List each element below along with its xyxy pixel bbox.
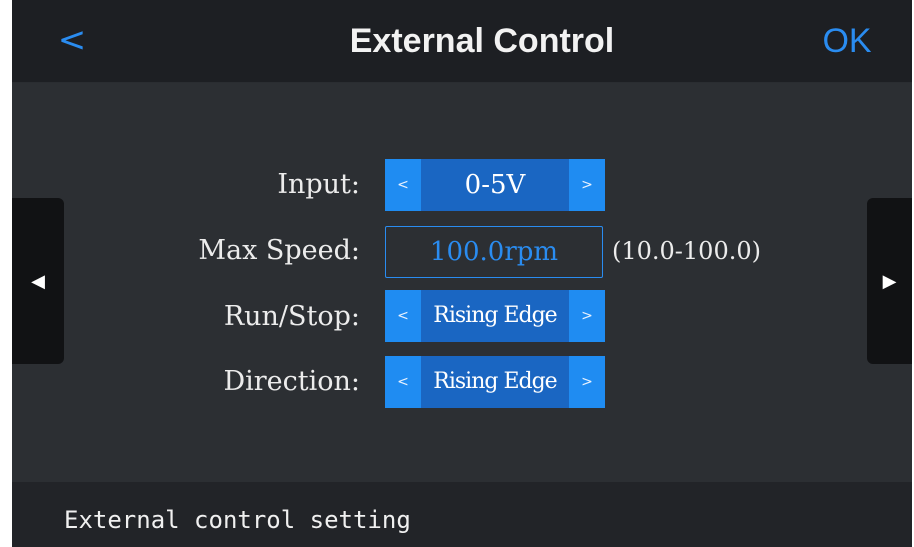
input-selector: < 0-5V > — [385, 159, 605, 211]
max-speed-label: Max Speed: — [198, 235, 360, 266]
chevron-right-icon: > — [581, 177, 593, 193]
input-prev-button[interactable]: < — [385, 159, 421, 211]
input-next-button[interactable]: > — [569, 159, 605, 211]
chevron-left-icon: < — [57, 20, 87, 60]
run-stop-value[interactable]: Rising Edge — [421, 290, 569, 342]
direction-label: Direction: — [223, 366, 360, 397]
triangle-right-icon: ▶ — [882, 270, 897, 292]
input-value[interactable]: 0-5V — [421, 159, 569, 211]
run-stop-label: Run/Stop: — [223, 301, 360, 332]
status-text: External control setting — [64, 506, 411, 534]
max-speed-range: (10.0-100.0) — [612, 237, 761, 265]
header-bar: < External Control OK — [12, 0, 912, 83]
status-bar: External control setting — [12, 482, 912, 547]
direction-value[interactable]: Rising Edge — [421, 356, 569, 408]
run-stop-selector: < Rising Edge > — [385, 290, 605, 342]
ok-button[interactable]: OK — [812, 18, 882, 64]
next-page-button[interactable]: ▶ — [867, 198, 912, 364]
direction-prev-button[interactable]: < — [385, 356, 421, 408]
page-title: External Control — [349, 22, 615, 60]
chevron-right-icon: > — [581, 374, 593, 390]
direction-next-button[interactable]: > — [569, 356, 605, 408]
chevron-left-icon: < — [397, 374, 409, 390]
max-speed-field[interactable]: 100.0rpm — [385, 226, 603, 278]
run-stop-next-button[interactable]: > — [569, 290, 605, 342]
direction-selector: < Rising Edge > — [385, 356, 605, 408]
triangle-left-icon: ◀ — [31, 270, 45, 292]
input-label: Input: — [277, 169, 360, 200]
run-stop-prev-button[interactable]: < — [385, 290, 421, 342]
chevron-right-icon: > — [581, 308, 593, 324]
prev-page-button[interactable]: ◀ — [12, 198, 64, 364]
device-screen: < External Control OK ◀ ▶ Input: < 0-5V … — [12, 0, 912, 547]
back-button[interactable]: < — [52, 18, 92, 62]
chevron-left-icon: < — [397, 308, 409, 324]
chevron-left-icon: < — [397, 177, 409, 193]
